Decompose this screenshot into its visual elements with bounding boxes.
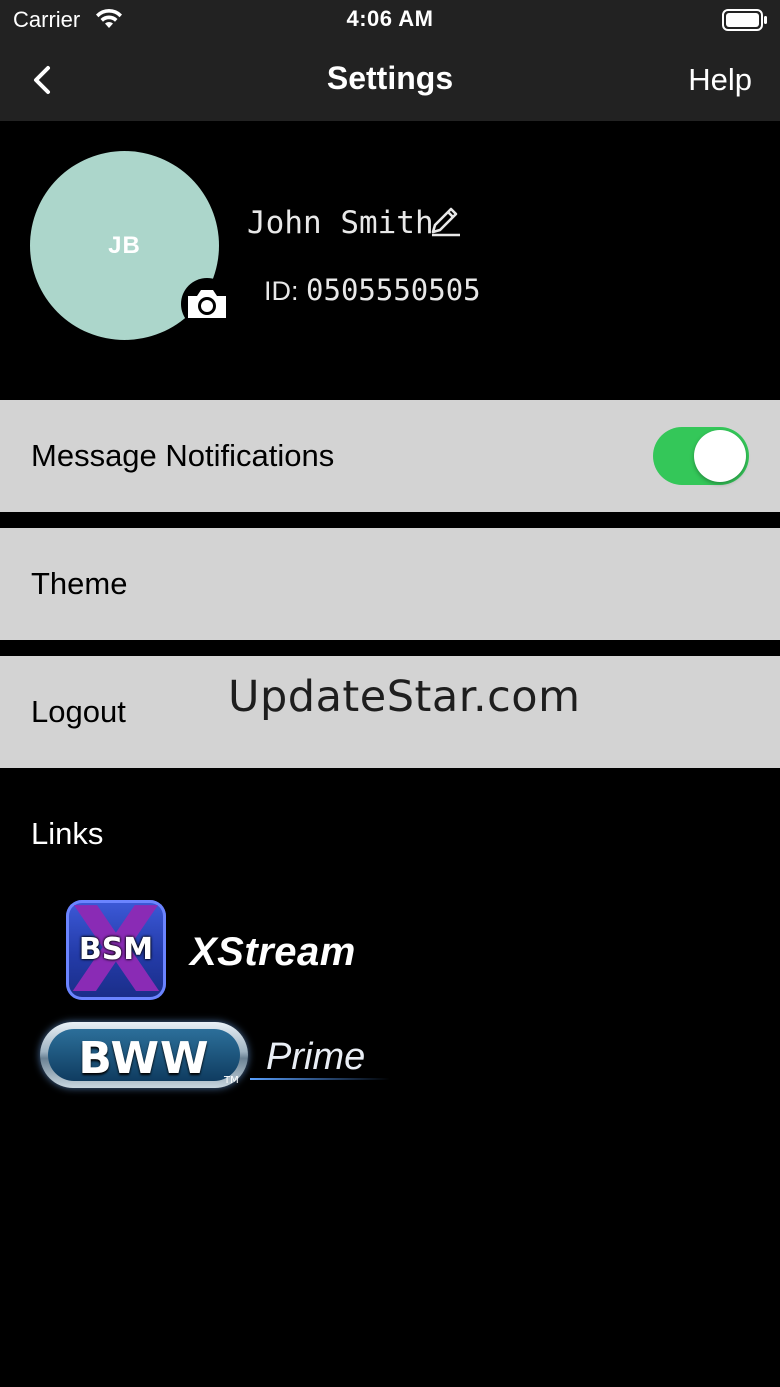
toggle-knob [694,430,746,482]
bsm-logo-text: BSM [78,932,154,967]
message-notifications-toggle[interactable] [653,427,749,485]
pencil-edit-icon[interactable] [428,203,462,237]
bww-logo-inner: BWW TM [48,1029,240,1086]
links-heading: Links [31,816,104,851]
battery-icon [722,9,768,36]
message-notifications-label: Message Notifications [31,438,335,473]
watermark: UpdateStar.com [228,672,581,722]
bww-logo-text: BWW [78,1033,210,1084]
profile-id-value: 0505550505 [306,273,481,307]
page-title: Settings [326,60,454,96]
avatar-initials: JB [108,231,141,259]
xstream-name: XStream [190,930,356,974]
status-time: 4:06 AM [346,6,434,31]
bww-prime-link[interactable]: BWW TM Prime [40,1020,400,1092]
bww-trademark: TM [224,1075,239,1086]
camera-icon[interactable] [180,277,234,331]
navigation-bar: Settings Help [0,40,780,121]
bww-logo-icon: BWW TM [40,1022,248,1088]
theme-label: Theme [31,566,128,601]
prime-name: Prime [266,1036,366,1078]
profile-id: ID: 0505550505 [264,273,481,307]
profile-section: JB John Smith ID: 0505550505 [0,121,780,400]
xstream-link[interactable]: X BSM XStream [66,900,386,1002]
status-bar: Carrier 4:06 AM [0,0,780,40]
profile-name: John Smith [247,205,434,241]
profile-id-label: ID: [264,276,299,306]
help-button[interactable]: Help [688,62,752,98]
logout-label: Logout [31,694,126,729]
theme-row[interactable]: Theme [0,528,780,640]
bsm-logo-icon: X BSM [66,900,166,1000]
